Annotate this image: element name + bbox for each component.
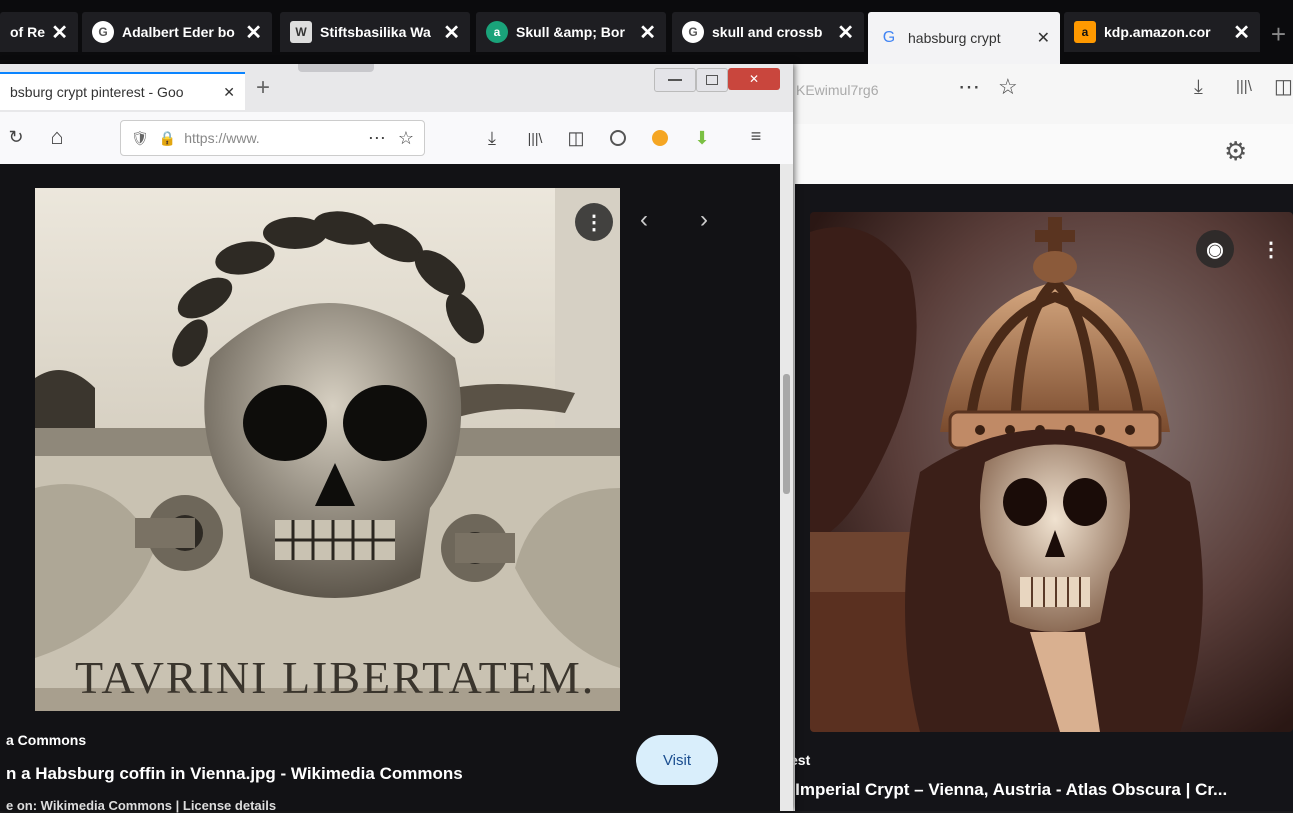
- close-icon[interactable]: ✕: [245, 20, 262, 45]
- page-actions-icon[interactable]: ⋯: [958, 74, 980, 100]
- close-icon[interactable]: ✕: [1037, 28, 1050, 48]
- front-caption-source: a Commons: [6, 732, 87, 748]
- app-menu-icon[interactable]: ≡: [742, 122, 770, 150]
- prev-image-button[interactable]: ‹: [640, 206, 648, 234]
- back-tab-4[interactable]: G skull and crossb ✕: [672, 12, 864, 52]
- back-tab-2[interactable]: W Stiftsbasilika Wa ✕: [280, 12, 470, 52]
- bookmark-star-icon[interactable]: ☆: [998, 74, 1018, 100]
- crowned-skull-image[interactable]: ◉ ⋮: [810, 212, 1293, 732]
- back-tab-1[interactable]: G Adalbert Eder bo ✕: [82, 12, 272, 52]
- back-caption-source: est: [790, 752, 811, 768]
- scrollbar-track[interactable]: [780, 164, 793, 811]
- google-icon: G: [882, 29, 896, 46]
- gear-icon[interactable]: ⚙: [1224, 136, 1247, 167]
- window-close-button[interactable]: ✕: [728, 68, 780, 90]
- back-nav-bar: KEwimul7rg6 ⋯ ☆ ⤓ |||\ ◫: [780, 64, 1293, 124]
- reload-icon[interactable]: ↻: [4, 122, 28, 152]
- shield-icon: 🛡: [131, 129, 149, 146]
- headphones-extension-icon[interactable]: [646, 124, 674, 152]
- tab-label: Adalbert Eder bo: [122, 24, 235, 40]
- quora-icon: a: [486, 21, 508, 43]
- close-icon[interactable]: ✕: [837, 20, 854, 45]
- library-icon[interactable]: |||\: [520, 124, 550, 152]
- download-icon[interactable]: ⤓: [478, 124, 506, 152]
- new-tab-button[interactable]: +: [256, 74, 270, 102]
- close-icon: ✕: [748, 72, 760, 86]
- front-active-tab[interactable]: bsburg crypt pinterest - Goo ✕: [0, 72, 245, 110]
- url-text: https://www.: [184, 130, 260, 146]
- back-tab-5[interactable]: G habsburg crypt ✕: [868, 12, 1060, 64]
- wikipedia-icon: W: [290, 21, 312, 43]
- tab-label: bsburg crypt pinterest - Goo: [10, 84, 184, 100]
- close-icon[interactable]: ✕: [639, 20, 656, 45]
- home-icon[interactable]: ⌂: [44, 122, 70, 152]
- tab-label: skull and crossb: [712, 24, 823, 40]
- tab-label: kdp.amazon.cor: [1104, 24, 1211, 40]
- close-icon[interactable]: ✕: [51, 20, 68, 45]
- more-options-button[interactable]: ⋮: [1252, 230, 1290, 268]
- download-helper-icon[interactable]: ⬇: [688, 124, 716, 152]
- back-search-header: ⚙: [780, 124, 1293, 184]
- bookmark-star-icon[interactable]: ☆: [398, 128, 414, 149]
- close-icon[interactable]: ✕: [1233, 20, 1250, 45]
- more-options-button[interactable]: ⋮: [575, 203, 613, 241]
- maximize-icon: [706, 75, 718, 85]
- minimize-icon: [668, 79, 682, 81]
- window-drag-handle[interactable]: [298, 64, 374, 72]
- tab-label: Skull &amp; Bor: [516, 24, 625, 40]
- visit-button[interactable]: Visit: [636, 735, 718, 785]
- sidebar-icon[interactable]: ◫: [1274, 74, 1293, 99]
- next-image-button[interactable]: ›: [700, 206, 708, 234]
- new-tab-button[interactable]: +: [1264, 14, 1293, 54]
- minimize-button[interactable]: [654, 68, 696, 92]
- back-tab-3[interactable]: a Skull &amp; Bor ✕: [476, 12, 666, 52]
- lock-icon: 🔒: [158, 129, 177, 146]
- library-icon[interactable]: |||\: [1236, 78, 1252, 95]
- amazon-icon: a: [1074, 21, 1096, 43]
- google-icon: G: [682, 21, 704, 43]
- back-tab-0[interactable]: of Re ✕: [0, 12, 78, 52]
- page-actions-icon[interactable]: ⋯: [368, 128, 386, 149]
- url-bar[interactable]: 🛡 🔒 https://www. ⋯ ☆: [120, 120, 425, 156]
- tab-label: Stiftsbasilika Wa: [320, 24, 431, 40]
- lens-search-button[interactable]: ◉: [1196, 230, 1234, 268]
- back-url-fragment: KEwimul7rg6: [796, 82, 879, 98]
- close-icon[interactable]: ✕: [223, 84, 235, 101]
- close-icon[interactable]: ✕: [443, 20, 460, 45]
- lens-icon: ◉: [1206, 238, 1224, 261]
- sidebar-icon[interactable]: ◫: [562, 124, 590, 152]
- back-tab-6[interactable]: a kdp.amazon.cor ✕: [1064, 12, 1260, 52]
- maximize-button[interactable]: [696, 68, 728, 92]
- back-caption-title[interactable]: g Imperial Crypt – Vienna, Austria - Atl…: [780, 780, 1227, 800]
- tab-label: habsburg crypt: [908, 30, 1001, 46]
- scrollbar-thumb[interactable]: [783, 374, 790, 494]
- more-vert-icon: ⋮: [584, 211, 604, 234]
- laurel-skull-image[interactable]: TAVRINI LIBERTATEM. ⋮: [35, 188, 620, 711]
- coffin-inscription: TAVRINI LIBERTATEM.: [75, 652, 595, 703]
- front-caption-title[interactable]: n a Habsburg coffin in Vienna.jpg - Wiki…: [6, 764, 463, 784]
- tab-label: of Re: [10, 24, 45, 40]
- google-icon: G: [92, 21, 114, 43]
- download-icon[interactable]: ⤓: [1194, 76, 1203, 99]
- more-vert-icon: ⋮: [1261, 238, 1281, 261]
- extension-icon[interactable]: [604, 124, 632, 152]
